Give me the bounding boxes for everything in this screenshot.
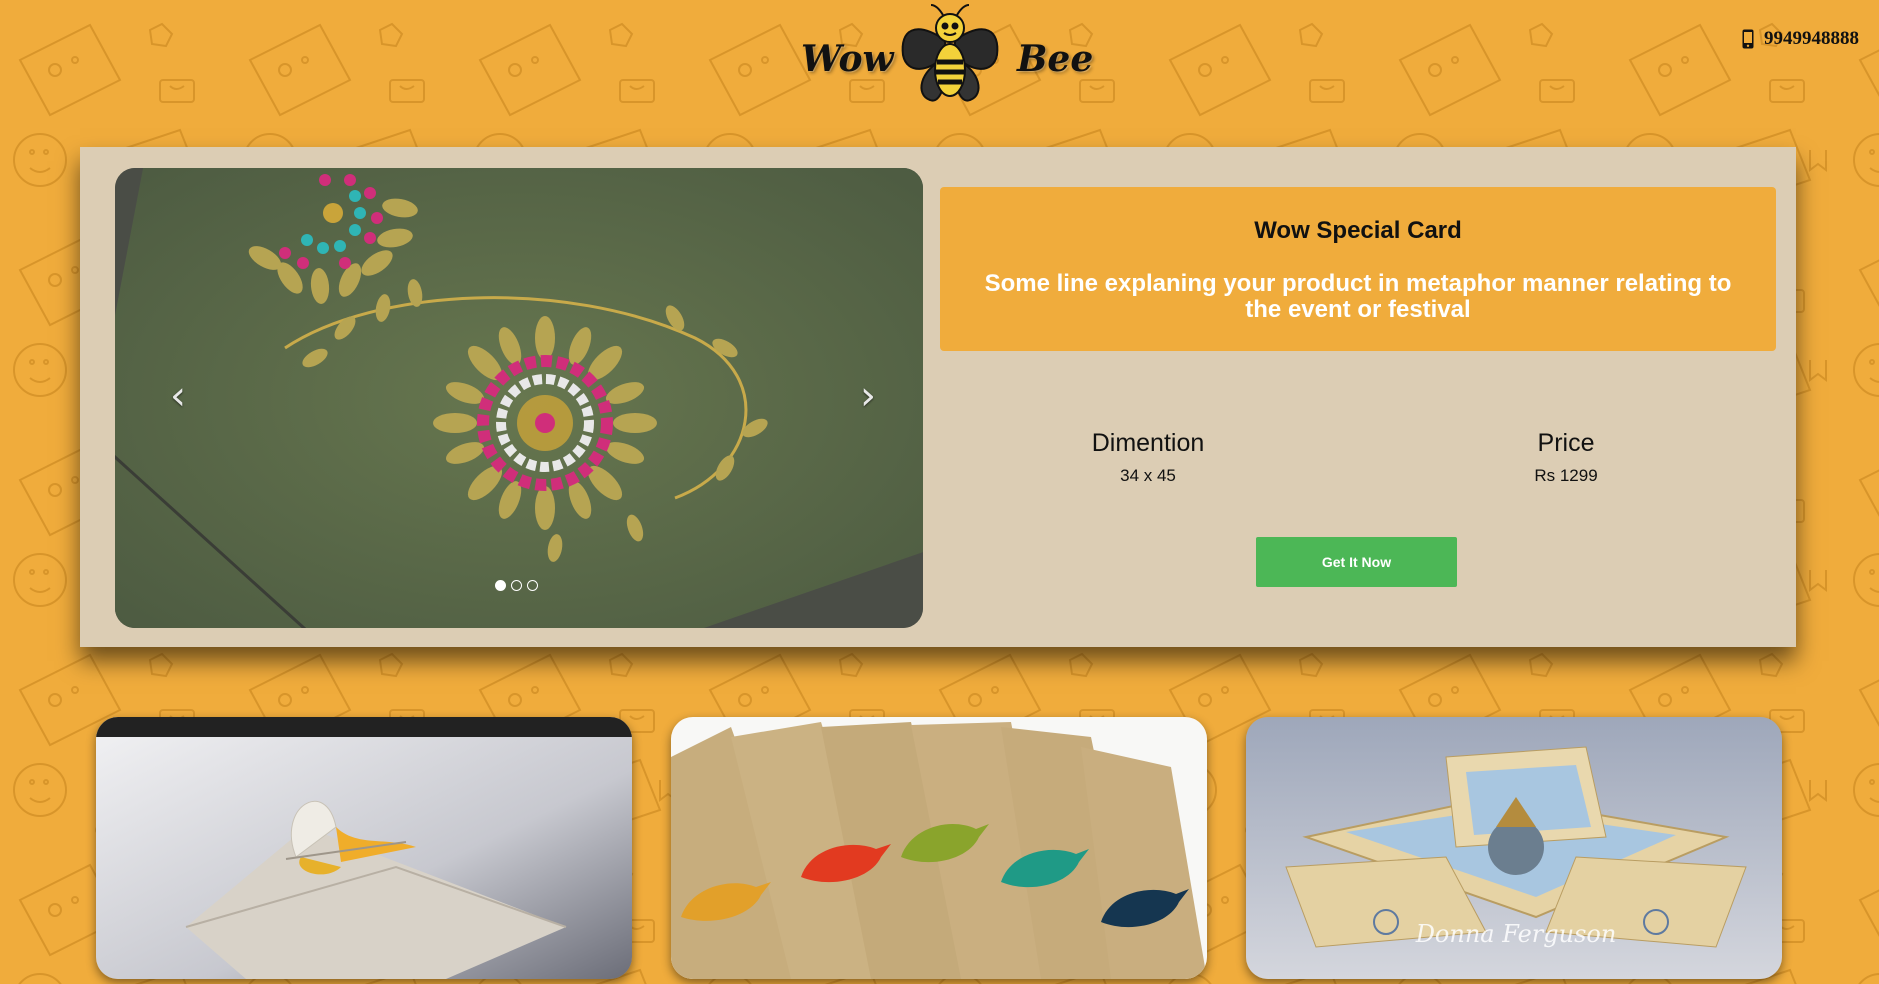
- product-thumbnail-explosion-box[interactable]: Donna Ferguson: [1246, 717, 1782, 979]
- wow-bee-logo[interactable]: Wow Bee: [795, 0, 1093, 120]
- carousel-next-button[interactable]: ›: [853, 376, 883, 416]
- product-thumbnail-butterfly-card[interactable]: [96, 717, 632, 979]
- price-value: Rs 1299: [1534, 466, 1598, 485]
- product-description: Some line explaning your product in meta…: [984, 270, 1732, 323]
- carousel-indicator-2[interactable]: [511, 580, 522, 591]
- price-label: Price: [1537, 429, 1595, 457]
- dimension-label: Dimention: [1091, 429, 1205, 457]
- bee-icon: [901, 4, 999, 102]
- carousel-prev-button[interactable]: ‹: [163, 376, 193, 416]
- dimension-spec: Dimention 34 x 45: [998, 429, 1298, 486]
- thumbnail-image: [96, 717, 632, 979]
- carousel-indicator-3[interactable]: [527, 580, 538, 591]
- carousel-slide-image: [115, 168, 923, 628]
- carousel-indicator-1[interactable]: [495, 580, 506, 591]
- product-info-box: Wow Special Card Some line explaning you…: [940, 187, 1776, 351]
- logo-text-right: Bee: [1017, 38, 1094, 80]
- get-it-now-button[interactable]: Get It Now: [1256, 537, 1457, 587]
- dimension-value: 34 x 45: [1120, 466, 1176, 485]
- donna-ferguson-watermark: Donna Ferguson: [1415, 920, 1617, 948]
- site-header: Wow Bee 9949948888: [0, 0, 1879, 140]
- chevron-right-icon: ›: [860, 373, 876, 419]
- carousel-indicators: [495, 580, 538, 591]
- phone-number: 9949948888: [1764, 28, 1859, 49]
- product-thumbnail-bird-cards[interactable]: [671, 717, 1207, 979]
- logo-text-left: Wow: [801, 38, 894, 80]
- featured-product-panel: ‹ › Wow Special Card Some line explaning…: [80, 147, 1796, 647]
- chevron-left-icon: ‹: [170, 373, 186, 419]
- product-title: Wow Special Card: [1254, 217, 1462, 244]
- phone-contact[interactable]: 9949948888: [1742, 28, 1859, 50]
- price-spec: Price Rs 1299: [1416, 429, 1716, 486]
- thumbnail-image: Donna Ferguson: [1246, 717, 1782, 979]
- product-carousel[interactable]: ‹ ›: [115, 168, 923, 628]
- thumbnail-image: [671, 717, 1207, 979]
- mobile-phone-icon: [1742, 29, 1754, 49]
